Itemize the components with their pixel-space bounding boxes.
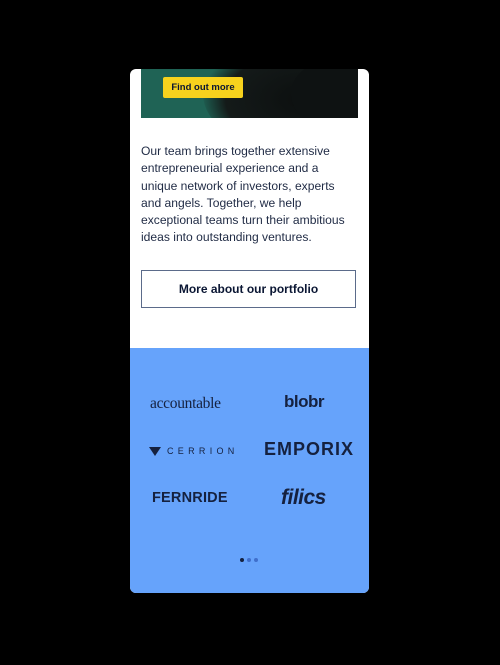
portfolio-button[interactable]: More about our portfolio	[141, 270, 356, 308]
content-card: Find out more Our team brings together e…	[130, 69, 369, 593]
find-out-more-button[interactable]: Find out more	[163, 77, 243, 98]
cerrion-mark-icon	[149, 446, 161, 456]
blobr-logo[interactable]: blobr	[284, 392, 325, 412]
cerrion-logo-text: CERRION	[167, 446, 239, 456]
cerrion-logo[interactable]: CERRION	[149, 446, 239, 456]
carousel-pagination	[240, 558, 258, 562]
portfolio-logos-panel: accountable blobr CERRION EMPORIX FERNRI…	[130, 348, 369, 593]
accountable-logo[interactable]: accountable	[150, 395, 221, 413]
emporix-logo[interactable]: EMPORIX	[264, 439, 354, 460]
carousel-dot-3[interactable]	[254, 558, 258, 562]
filics-logo[interactable]: filics	[281, 486, 326, 510]
intro-paragraph: Our team brings together extensive entre…	[141, 144, 345, 245]
carousel-dot-1[interactable]	[240, 558, 244, 562]
carousel-dot-2[interactable]	[247, 558, 251, 562]
fernride-logo[interactable]: FERNRIDE	[152, 490, 228, 506]
hero-portrait-head	[291, 69, 358, 118]
hero-image: Find out more	[141, 69, 358, 118]
